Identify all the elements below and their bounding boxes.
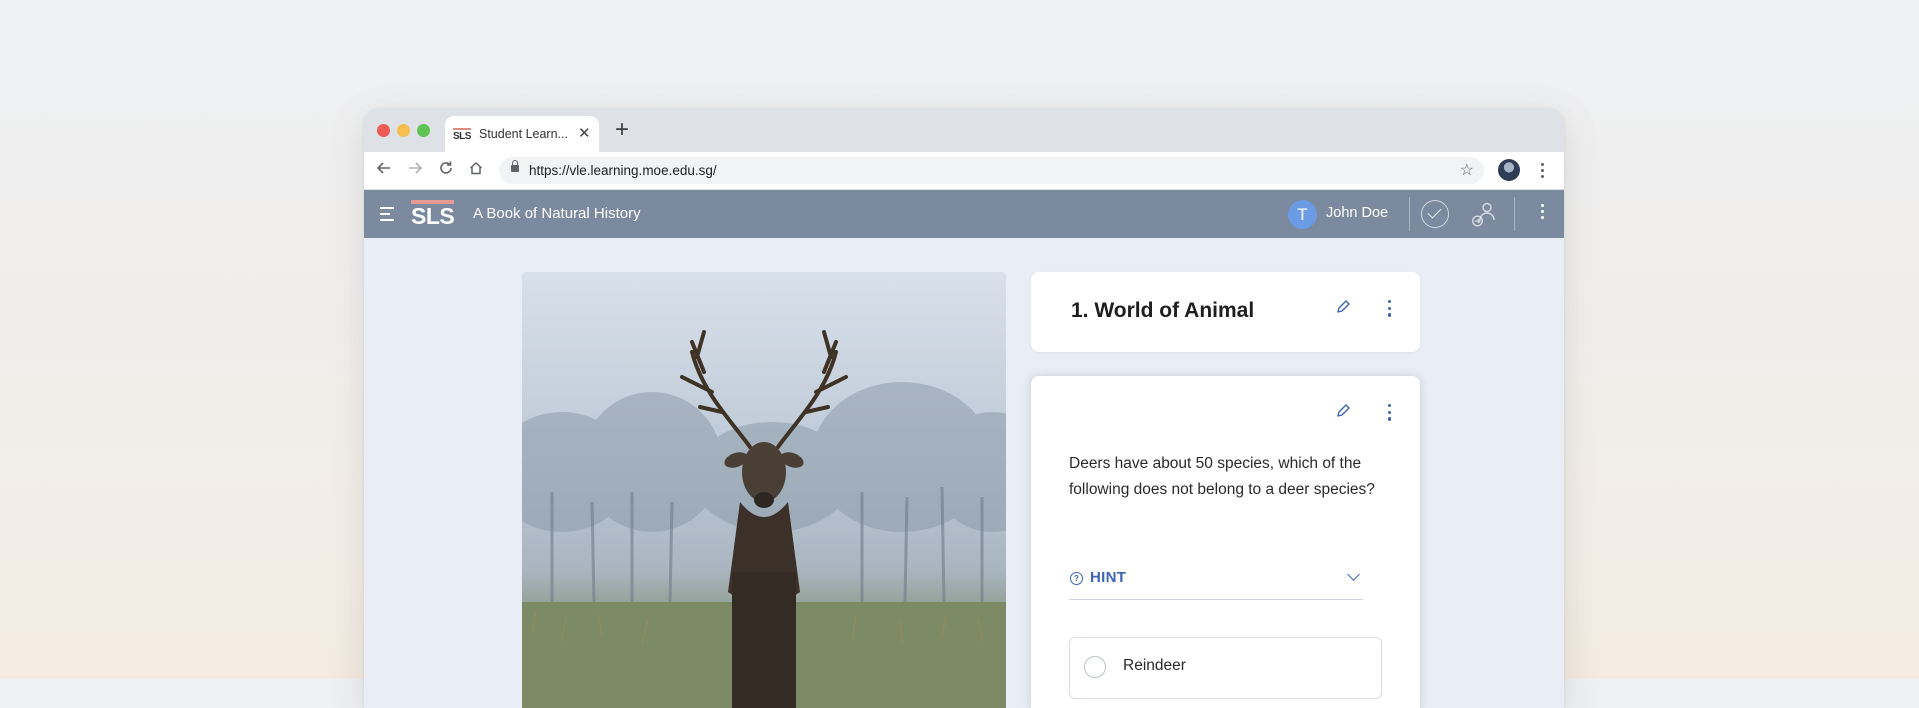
hint-label: HINT	[1090, 569, 1127, 586]
close-window-button[interactable]	[377, 124, 390, 137]
arrow-left-icon[interactable]	[376, 160, 392, 181]
divider	[1514, 197, 1515, 231]
minimize-window-button[interactable]	[397, 124, 410, 137]
check-circle-icon[interactable]	[1421, 200, 1449, 228]
home-icon[interactable]	[468, 160, 484, 181]
hint-toggle[interactable]: ? HINT	[1069, 566, 1363, 600]
app-title: A Book of Natural History	[473, 205, 641, 222]
radio-button[interactable]	[1084, 656, 1106, 678]
section-title: 1. World of Animal	[1071, 299, 1255, 322]
browser-window: SLS Student Learn... ✕ + https://vle.lea…	[364, 108, 1564, 708]
browser-tab[interactable]: SLS Student Learn... ✕	[445, 116, 599, 152]
chevron-down-icon	[1347, 568, 1360, 581]
user-name[interactable]: John Doe	[1326, 205, 1388, 221]
more-options-icon[interactable]	[1388, 404, 1392, 424]
maximize-window-button[interactable]	[417, 124, 430, 137]
lock-icon	[511, 160, 519, 172]
pencil-edit-icon[interactable]	[1335, 403, 1351, 419]
question-card: Deers have about 50 species, which of th…	[1031, 376, 1420, 708]
sls-favicon-icon: SLS	[453, 128, 471, 143]
profile-avatar[interactable]	[1498, 159, 1520, 181]
deer-illustration-icon	[522, 330, 1006, 708]
url-omnibox[interactable]: https://vle.learning.moe.edu.sg/ ☆	[499, 157, 1484, 184]
arrow-right-icon[interactable]	[407, 160, 423, 181]
app-menu-icon[interactable]	[1541, 204, 1545, 222]
divider	[1409, 197, 1410, 231]
help-circle-icon: ?	[1070, 572, 1083, 585]
reload-icon[interactable]	[438, 160, 454, 181]
people-switch-icon[interactable]	[1471, 201, 1499, 229]
address-bar: https://vle.learning.moe.edu.sg/ ☆	[364, 152, 1564, 190]
user-avatar[interactable]: T	[1288, 200, 1317, 229]
option-label: Reindeer	[1123, 657, 1186, 674]
tab-close-icon[interactable]: ✕	[578, 124, 591, 142]
section-title-card: 1. World of Animal	[1031, 272, 1420, 352]
deer-photo	[522, 272, 1006, 708]
star-icon[interactable]: ☆	[1460, 160, 1474, 180]
pencil-edit-icon[interactable]	[1335, 299, 1351, 315]
app-header: SLS A Book of Natural History T John Doe	[364, 190, 1564, 238]
new-tab-plus-icon[interactable]: +	[615, 117, 629, 143]
hamburger-menu-icon[interactable]	[380, 207, 394, 225]
more-options-icon[interactable]	[1388, 300, 1392, 320]
browser-menu-icon[interactable]	[1541, 163, 1545, 181]
answer-option[interactable]: Reindeer	[1069, 637, 1382, 699]
question-text: Deers have about 50 species, which of th…	[1069, 455, 1375, 498]
sls-logo: SLS	[411, 200, 455, 228]
tab-bar: SLS Student Learn... ✕ +	[364, 108, 1564, 152]
tab-title: Student Learn...	[479, 127, 568, 141]
url-text: https://vle.learning.moe.edu.sg/	[529, 163, 717, 178]
